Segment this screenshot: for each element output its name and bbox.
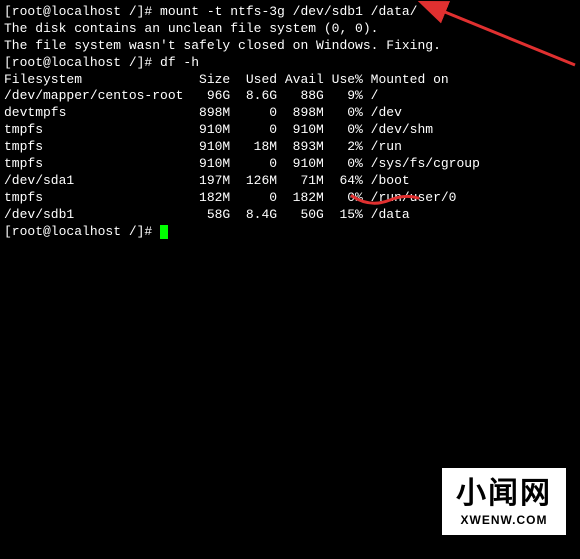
df-data-row: devtmpfs 898M 0 898M 0% /dev (4, 105, 576, 122)
command-line-3[interactable]: [root@localhost /]# (4, 224, 576, 241)
command-line-2: [root@localhost /]# df -h (4, 55, 576, 72)
shell-prompt: [root@localhost /]# (4, 55, 160, 70)
output-message-1: The disk contains an unclean file system… (4, 21, 576, 38)
watermark-title: 小闻网 (456, 474, 552, 513)
watermark-subtitle: XWENW.COM (456, 513, 552, 529)
cursor-icon (160, 225, 168, 239)
df-data-row: tmpfs 182M 0 182M 0% /run/user/0 (4, 190, 576, 207)
df-header-row: Filesystem Size Used Avail Use% Mounted … (4, 72, 576, 89)
df-data-row: /dev/mapper/centos-root 96G 8.6G 88G 9% … (4, 88, 576, 105)
df-data-row: tmpfs 910M 0 910M 0% /dev/shm (4, 122, 576, 139)
command-text: df -h (160, 55, 199, 70)
command-line-1: [root@localhost /]# mount -t ntfs-3g /de… (4, 4, 576, 21)
watermark-badge: 小闻网 XWENW.COM (438, 464, 570, 539)
shell-prompt: [root@localhost /]# (4, 224, 160, 239)
shell-prompt: [root@localhost /]# (4, 4, 160, 19)
command-text: mount -t ntfs-3g /dev/sdb1 /data/ (160, 4, 417, 19)
output-message-2: The file system wasn't safely closed on … (4, 38, 576, 55)
df-data-row: /dev/sdb1 58G 8.4G 50G 15% /data (4, 207, 576, 224)
df-data-row: tmpfs 910M 18M 893M 2% /run (4, 139, 576, 156)
df-data-row: tmpfs 910M 0 910M 0% /sys/fs/cgroup (4, 156, 576, 173)
terminal-output: [root@localhost /]# mount -t ntfs-3g /de… (4, 4, 576, 240)
df-data-row: /dev/sda1 197M 126M 71M 64% /boot (4, 173, 576, 190)
